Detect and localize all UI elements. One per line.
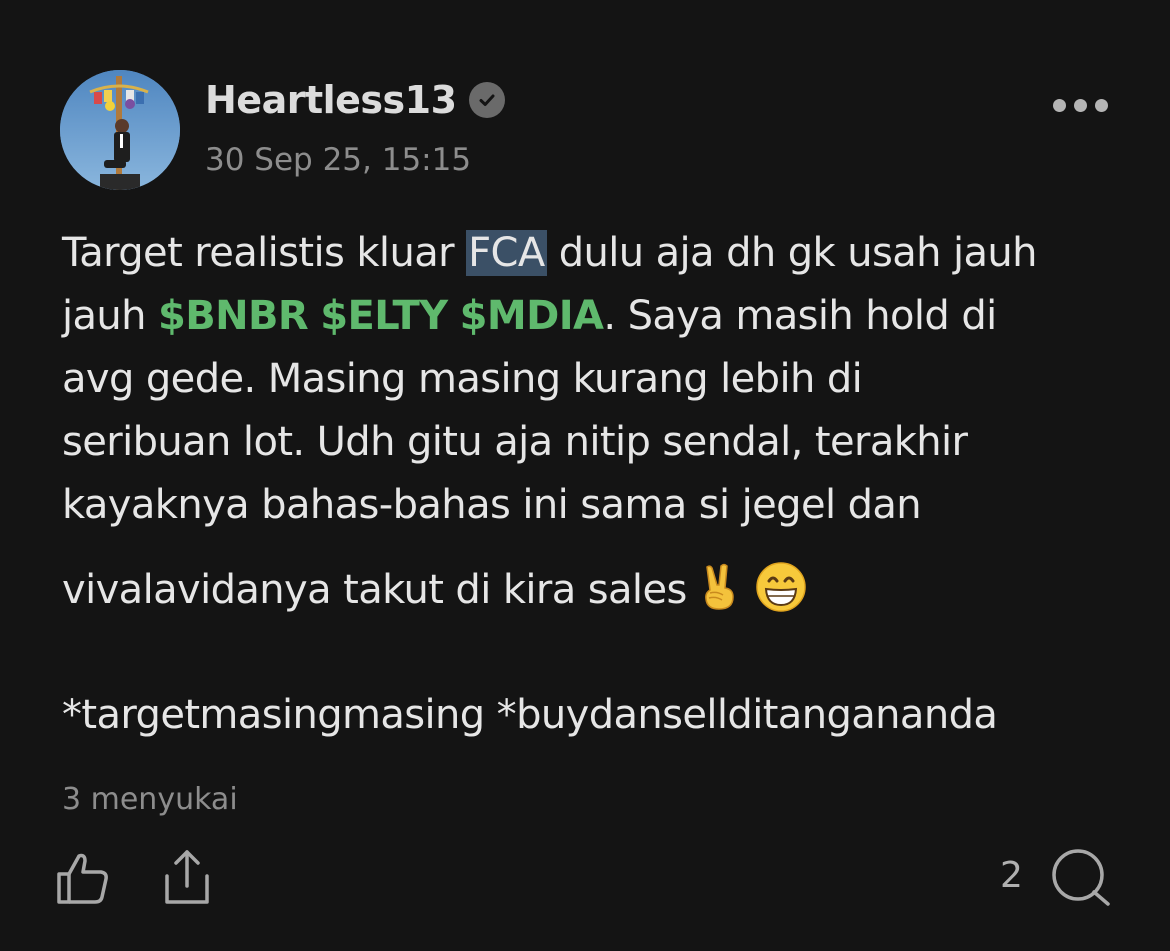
more-horizontal-icon [1052,98,1066,112]
comment-icon [1052,849,1110,906]
body-text-segment: . Saya masih hold di [603,293,997,339]
body-text-segment: dulu aja dh gk usah jauh [546,230,1038,276]
likes-count[interactable]: 3 menyukai [62,782,238,817]
post-card: Heartless13 30 Sep 25, 15:15 Target real… [0,0,1170,951]
comment-count: 2 [1000,855,1023,896]
post-body: Target realistis kluar FCA dulu aja dh g… [62,222,1132,747]
more-dot [1094,98,1108,112]
body-line: jauh $BNBR $ELTY $MDIA. Saya masih hold … [62,285,1132,348]
share-icon [165,850,209,904]
post-timestamp: 30 Sep 25, 15:15 [205,142,472,178]
ticker-link-elty[interactable]: $ELTY [320,293,448,339]
ticker-link-mdia[interactable]: $MDIA [460,293,604,339]
author-avatar[interactable] [60,70,180,190]
like-button[interactable] [55,850,111,906]
selected-text[interactable]: FCA [466,230,547,276]
grinning-face-emoji-icon [755,562,806,612]
body-text-segment: vivalavidanya takut di kira sales [62,567,687,613]
avatar-image [60,70,180,190]
hashtags: *targetmasingmasing *buydansellditangana… [62,692,998,738]
body-line: avg gede. Masing masing kurang lebih di [62,356,863,402]
body-line: seribuan lot. Udh gitu aja nitip sendal,… [62,419,968,465]
body-line: vivalavidanya takut di kira sales [62,559,1132,622]
author-name[interactable]: Heartless13 [205,78,505,122]
victory-hand-emoji-icon [704,563,734,610]
body-line: kayaknya bahas-bahas ini sama si jegel d… [62,482,922,528]
more-options-button[interactable] [1040,90,1120,120]
author-username[interactable]: Heartless13 [205,78,457,122]
thumbs-up-icon [57,853,108,904]
body-text-segment: Target realistis kluar [62,230,467,276]
body-line: Target realistis kluar FCA dulu aja dh g… [62,222,1132,285]
ticker-link-bnbr[interactable]: $BNBR [158,293,309,339]
more-dot [1073,98,1087,112]
verified-badge-icon [468,82,505,118]
share-button[interactable] [162,848,212,906]
comment-button[interactable] [1050,846,1112,908]
body-text-segment: jauh [62,293,159,339]
